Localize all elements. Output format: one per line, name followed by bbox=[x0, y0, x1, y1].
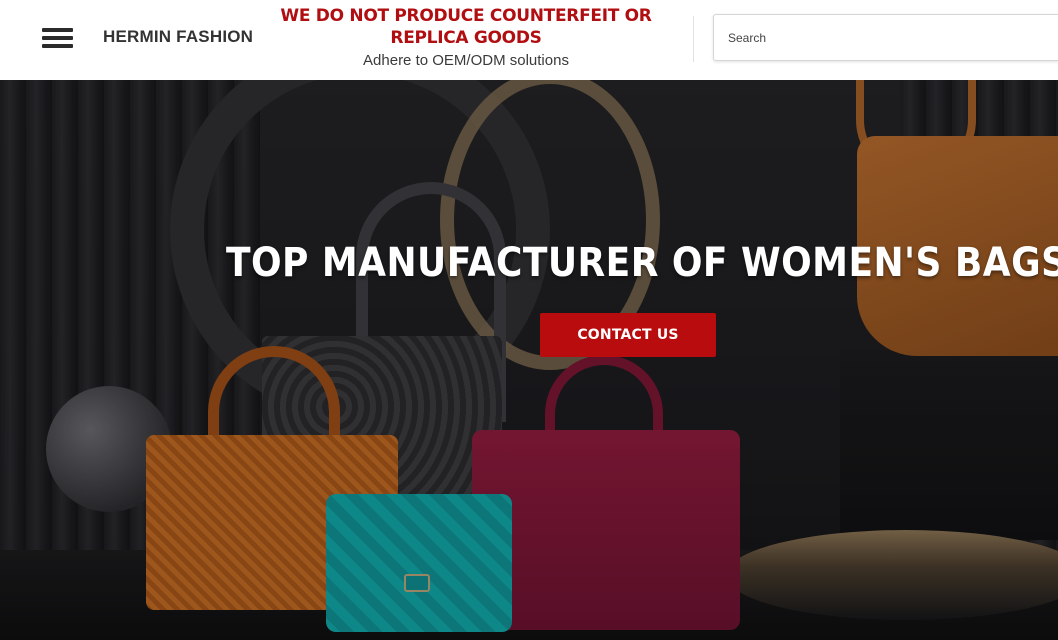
site-header: HERMIN FASHION WE DO NOT PRODUCE COUNTER… bbox=[0, 0, 1058, 80]
hero-banner: TOP MANUFACTURER OF WOMEN'S BAGS CONTACT… bbox=[0, 80, 1058, 640]
contact-us-button[interactable]: CONTACT US bbox=[540, 313, 716, 357]
hamburger-menu-icon[interactable] bbox=[42, 26, 74, 50]
notice-banner: WE DO NOT PRODUCE COUNTERFEIT OR REPLICA… bbox=[270, 5, 662, 71]
brand-name[interactable]: HERMIN FASHION bbox=[103, 27, 253, 47]
hero-overlay bbox=[0, 80, 1058, 640]
hero-title: TOP MANUFACTURER OF WOMEN'S BAGS bbox=[226, 240, 1058, 286]
menu-bar bbox=[42, 44, 73, 48]
oem-notice: Adhere to OEM/ODM solutions bbox=[363, 52, 569, 69]
search-input[interactable] bbox=[714, 15, 1058, 60]
menu-bar bbox=[42, 36, 73, 40]
search-box bbox=[713, 14, 1058, 61]
counterfeit-notice: WE DO NOT PRODUCE COUNTERFEIT OR REPLICA… bbox=[280, 6, 652, 48]
menu-bar bbox=[42, 28, 73, 32]
header-divider bbox=[693, 16, 694, 62]
